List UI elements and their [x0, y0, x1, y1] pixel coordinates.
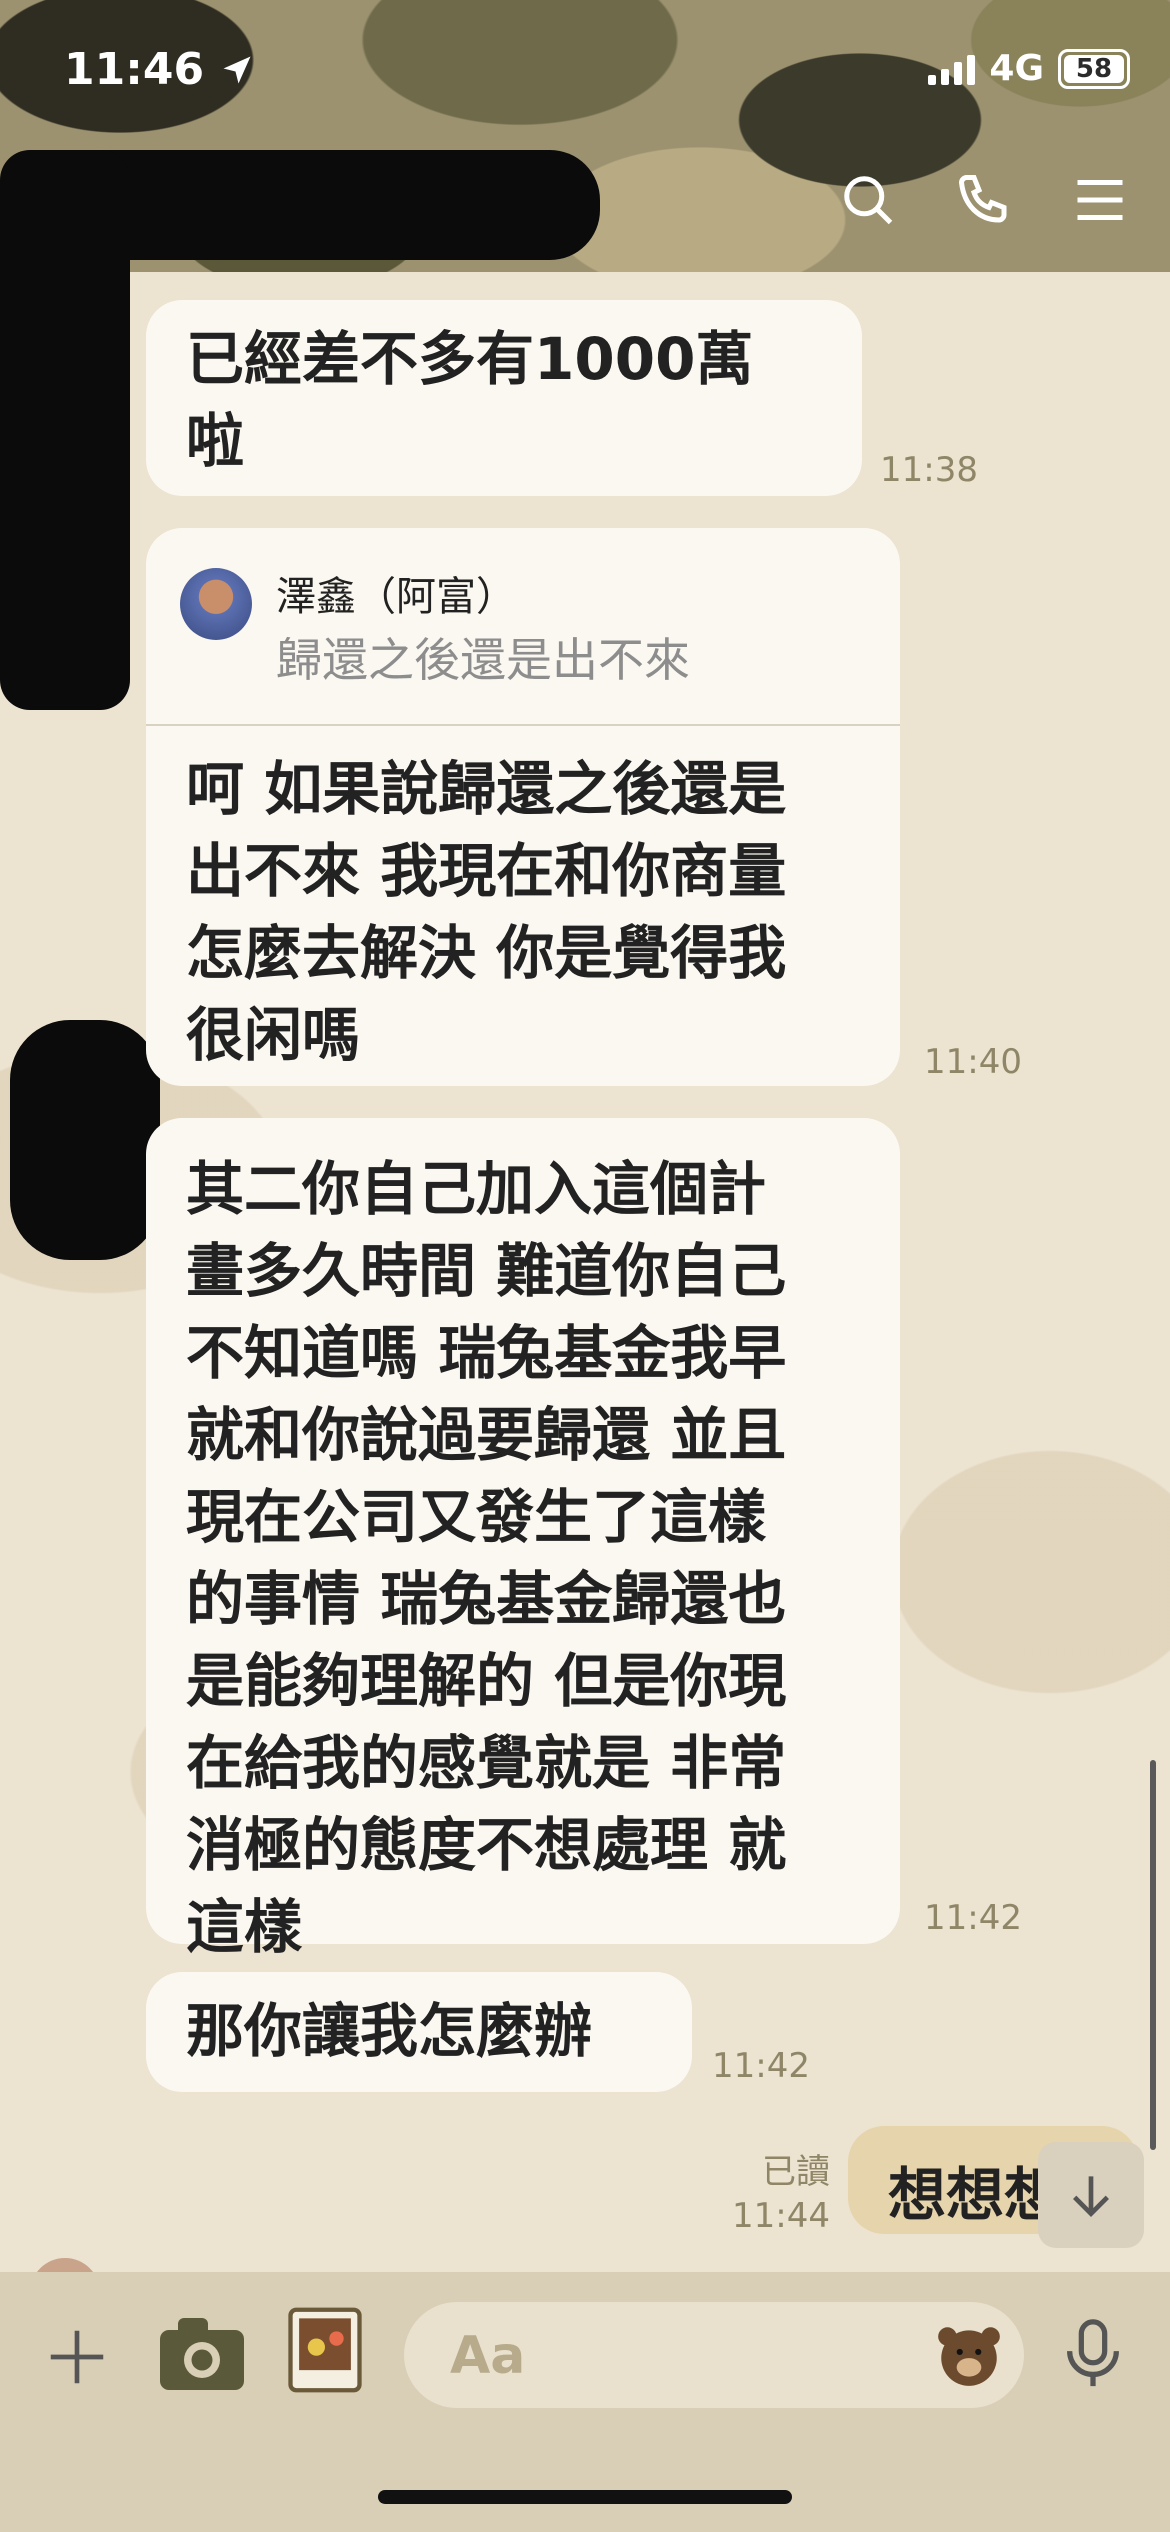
message-time: 11:38 [880, 450, 978, 490]
status-indicators: 4G 58 [928, 48, 1130, 89]
arrow-down-icon [1073, 2176, 1109, 2217]
location-arrow-icon [223, 56, 251, 84]
message-time: 11:44 [732, 2196, 830, 2236]
read-receipt: 已讀 11:44 [732, 2150, 830, 2238]
avatar [180, 568, 252, 640]
message-text: 想想想 [888, 2161, 1063, 2229]
message-bubble[interactable]: 其二你自己加入這個計 畫多久時間 難道你自己 不知道嗎 瑞兔基金我早 就和你說過… [146, 1118, 900, 1961]
chat-header: 11:46 4G 58 [0, 0, 1170, 272]
camera-icon[interactable] [154, 2312, 250, 2396]
message-text-line: 呵 如果說歸還之後還是 [186, 755, 787, 823]
message-text-line: 是能夠理解的 但是你現 [186, 1647, 787, 1715]
message-time: 11:40 [924, 1042, 1022, 1082]
search-icon[interactable] [838, 170, 898, 230]
status-time: 11:46 [64, 44, 255, 95]
message-input[interactable]: Aa [404, 2302, 1024, 2408]
menu-icon[interactable] [1070, 170, 1130, 230]
read-label: 已讀 [762, 2152, 830, 2192]
scroll-to-bottom-button[interactable] [1038, 2142, 1144, 2248]
redaction-mark [0, 150, 130, 710]
message-text-line: 不知道嗎 瑞兔基金我早 [186, 1319, 787, 1387]
message-time: 11:42 [924, 1898, 1022, 1938]
message-text-line: 已經差不多有1000萬 [186, 325, 754, 393]
image-icon[interactable] [284, 2304, 366, 2396]
message-text-line: 出不來 我現在和你商量 [186, 837, 787, 905]
message-text-line: 啦 [186, 407, 245, 475]
message-text-line: 的事情 瑞兔基金歸還也 [186, 1565, 787, 1633]
redaction-mark [10, 1020, 160, 1260]
scrollbar[interactable] [1150, 1760, 1156, 2150]
reply-quote: 歸還之後還是出不來 [276, 633, 690, 687]
message-text-line: 現在公司又發生了這樣 [186, 1483, 767, 1551]
message-text-line: 畫多久時間 難道你自己 [186, 1237, 787, 1305]
plus-icon[interactable] [42, 2322, 112, 2392]
message-bubble[interactable]: 已經差不多有1000萬 啦 [146, 300, 862, 496]
message-text-line: 這樣 [186, 1893, 303, 1961]
message-text-line: 那你讓我怎麼辦 [186, 1997, 593, 2065]
message-text-line: 就和你說過要歸還 並且 [186, 1401, 787, 1469]
battery-icon: 58 [1058, 48, 1130, 89]
sticker-icon[interactable] [932, 2318, 1006, 2392]
signal-icon [928, 53, 976, 85]
message-bubble[interactable]: 那你讓我怎麼辦 [146, 1972, 692, 2092]
network-label: 4G [989, 48, 1044, 89]
message-text-line: 其二你自己加入這個計 [186, 1155, 767, 1223]
home-indicator [378, 2490, 792, 2504]
message-text-line: 在給我的感覺就是 非常 [186, 1729, 787, 1797]
message-text-line: 很闲嗎 [186, 1001, 361, 1069]
reply-preview[interactable]: 澤鑫（阿富） 歸還之後還是出不來 [146, 528, 900, 726]
phone-icon[interactable] [954, 170, 1014, 230]
input-placeholder: Aa [450, 2326, 526, 2386]
reply-sender-name: 澤鑫（阿富） [276, 574, 516, 620]
message-time: 11:42 [712, 2046, 810, 2086]
message-text-line: 消極的態度不想處理 就 [186, 1811, 787, 1879]
message-text-line: 怎麼去解決 你是覺得我 [186, 919, 787, 987]
microphone-icon[interactable] [1058, 2316, 1128, 2392]
